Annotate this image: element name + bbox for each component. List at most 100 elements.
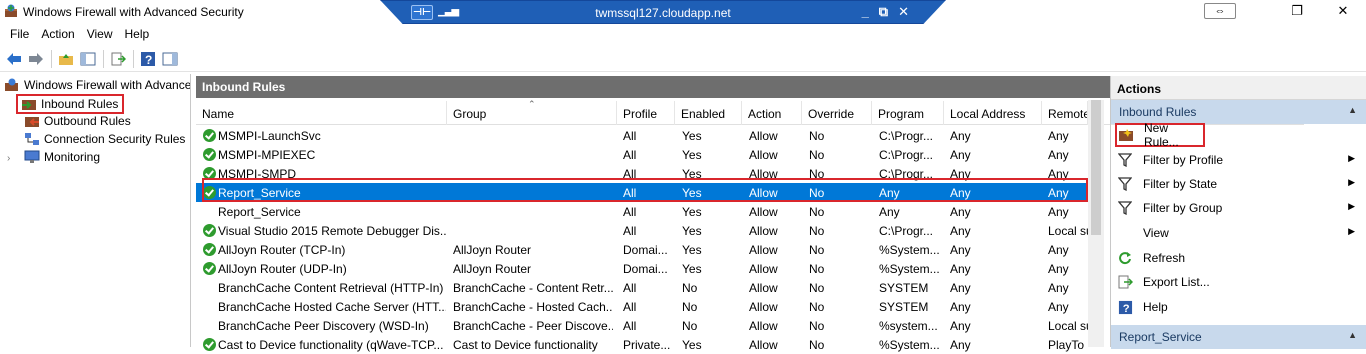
tree-item-outbound-rules[interactable]: Outbound Rules (24, 114, 131, 128)
enabled-check-icon (203, 243, 216, 256)
collapse-arrow-icon[interactable]: ▲ (1348, 105, 1357, 115)
scrollbar-thumb[interactable] (1091, 100, 1101, 235)
cell-enabled: Yes (682, 243, 702, 257)
submenu-arrow-icon: ▶ (1348, 177, 1355, 187)
forward-arrow-icon[interactable] (27, 50, 45, 68)
cell-action: Allow (749, 319, 778, 333)
cell-profile: Private... (623, 338, 671, 352)
cell-group: AllJoyn Router (453, 262, 532, 276)
action-label: Filter by Group (1143, 201, 1223, 215)
tree-item-connection-security-rules[interactable]: Connection Security Rules (24, 132, 185, 146)
tree-item-label: Inbound Rules (41, 97, 119, 111)
help-icon[interactable]: ? (139, 50, 157, 68)
expand-arrow-icon[interactable]: › (7, 153, 10, 164)
action-label: Export List... (1143, 275, 1210, 289)
inbound-rules-icon (22, 100, 36, 110)
export-list-icon[interactable] (109, 50, 127, 68)
column-header-remote[interactable]: Remote (1042, 101, 1088, 125)
show-action-pane-icon[interactable] (161, 50, 179, 68)
cell-remote: Any (1048, 129, 1069, 143)
tree-root[interactable]: Windows Firewall with Advanced Security … (4, 78, 190, 92)
toolbar-separator (51, 49, 52, 68)
cell-name: AllJoyn Router (UDP-In) (218, 262, 347, 276)
connection-security-icon (25, 133, 39, 145)
cell-local: Any (950, 300, 971, 314)
table-row[interactable]: Cast to Device functionality (qWave-TCP.… (196, 335, 1088, 354)
tree-item-inbound-rules[interactable]: Inbound Rules (16, 94, 125, 114)
actions-section-report-service[interactable]: Report_Service ▲ (1111, 325, 1366, 349)
cell-group: BranchCache - Peer Discove... (453, 319, 613, 333)
rdp-restore-icon[interactable]: ⧉ (879, 4, 898, 19)
table-row[interactable]: AllJoyn Router (TCP-In) AllJoyn Router Dom… (196, 240, 1088, 259)
collapse-arrow-icon[interactable]: ▲ (1348, 330, 1357, 340)
cell-override: No (809, 205, 825, 219)
table-row[interactable]: MSMPI-MPIEXEC All Yes Allow No C:\Progr... Any… (196, 145, 1088, 164)
view-action[interactable]: View ▶ (1111, 221, 1366, 245)
cell-override: No (809, 224, 825, 238)
firewall-icon (5, 4, 17, 17)
refresh-action[interactable]: Refresh (1111, 246, 1366, 270)
menu-help[interactable]: Help (119, 24, 156, 44)
new-rule-action[interactable]: New Rule... (1115, 121, 1205, 149)
cell-override: No (809, 338, 825, 352)
cell-profile: All (623, 205, 637, 219)
cell-override: No (809, 148, 825, 162)
cell-remote: Local su (1048, 224, 1088, 238)
rdp-minimize-icon[interactable]: _ (862, 4, 879, 19)
table-row[interactable]: BranchCache Content Retrieval (HTTP-In) B… (196, 278, 1088, 297)
menu-view[interactable]: View (81, 24, 119, 44)
rdp-window-controls[interactable]: _⧉✕ (862, 4, 919, 20)
filter-by-group-action[interactable]: Filter by Group ▶ (1111, 196, 1366, 220)
column-header-override[interactable]: Override (802, 101, 872, 125)
new-rule-icon (1118, 127, 1134, 143)
cell-override: No (809, 129, 825, 143)
svg-text:?: ? (1122, 303, 1129, 315)
menu-file[interactable]: File (4, 24, 35, 44)
remote-desktop-bar[interactable]: ⊣⊢ ▁▃▅ twmssql127.cloudapp.net _⧉✕ (380, 0, 946, 24)
cell-enabled: Yes (682, 338, 702, 352)
toolbar-separator (133, 49, 134, 68)
table-row[interactable]: BranchCache Hosted Cache Server (HTT... B… (196, 297, 1088, 316)
cell-name: AllJoyn Router (TCP-In) (218, 243, 346, 257)
help-action[interactable]: ? Help (1111, 295, 1366, 319)
table-row[interactable]: Report_Service All Yes Allow No Any Any Any (196, 202, 1088, 221)
filter-by-profile-action[interactable]: Filter by Profile ▶ (1111, 148, 1366, 172)
table-row[interactable]: MSMPI-LaunchSvc All Yes Allow No C:\Progr... A… (196, 126, 1088, 145)
restore-icon[interactable]: ❐ (1274, 0, 1320, 24)
table-row[interactable]: AllJoyn Router (UDP-In) AllJoyn Router Dom… (196, 259, 1088, 278)
rdp-close-icon[interactable]: ✕ (898, 4, 919, 19)
submenu-arrow-icon: ▶ (1348, 226, 1355, 236)
column-header-local-address[interactable]: Local Address (944, 101, 1042, 125)
help-icon: ? (1117, 299, 1133, 315)
table-row[interactable]: Visual Studio 2015 Remote Debugger Dis..… (196, 221, 1088, 240)
resize-arrows-icon[interactable]: ⇔ (1204, 3, 1236, 19)
menu-action[interactable]: Action (35, 24, 80, 44)
action-label: Help (1143, 300, 1168, 314)
enabled-check-icon (203, 262, 216, 275)
filter-by-state-action[interactable]: Filter by State ▶ (1111, 172, 1366, 196)
cell-program: SYSTEM (879, 300, 929, 314)
column-header-name[interactable]: Name (196, 101, 447, 125)
column-header-enabled[interactable]: Enabled (675, 101, 742, 125)
submenu-arrow-icon: ▶ (1348, 201, 1355, 211)
show-hide-tree-icon[interactable] (79, 50, 97, 68)
column-header-action[interactable]: Action (742, 101, 802, 125)
cell-local: Any (950, 243, 971, 257)
table-row[interactable]: BranchCache Peer Discovery (WSD-In) Branc… (196, 316, 1088, 335)
column-header-profile[interactable]: Profile (617, 101, 675, 125)
cell-enabled: No (682, 319, 698, 333)
close-icon[interactable]: ✕ (1320, 0, 1366, 24)
cell-name: BranchCache Hosted Cache Server (HTT... (218, 300, 446, 314)
export-list-action[interactable]: Export List... (1111, 270, 1366, 294)
cell-override: No (809, 243, 825, 257)
vertical-scrollbar[interactable] (1088, 100, 1104, 347)
cell-enabled: Yes (682, 262, 702, 276)
cell-group: BranchCache - Content Retr... (453, 281, 613, 295)
up-folder-icon[interactable] (57, 50, 75, 68)
back-arrow-icon[interactable] (5, 50, 23, 68)
column-header-group[interactable]: Group (447, 101, 617, 125)
monitor-icon (24, 150, 40, 163)
submenu-arrow-icon: ▶ (1348, 153, 1355, 163)
tree-item-monitoring[interactable]: Monitoring (24, 150, 100, 164)
column-header-program[interactable]: Program (872, 101, 944, 125)
